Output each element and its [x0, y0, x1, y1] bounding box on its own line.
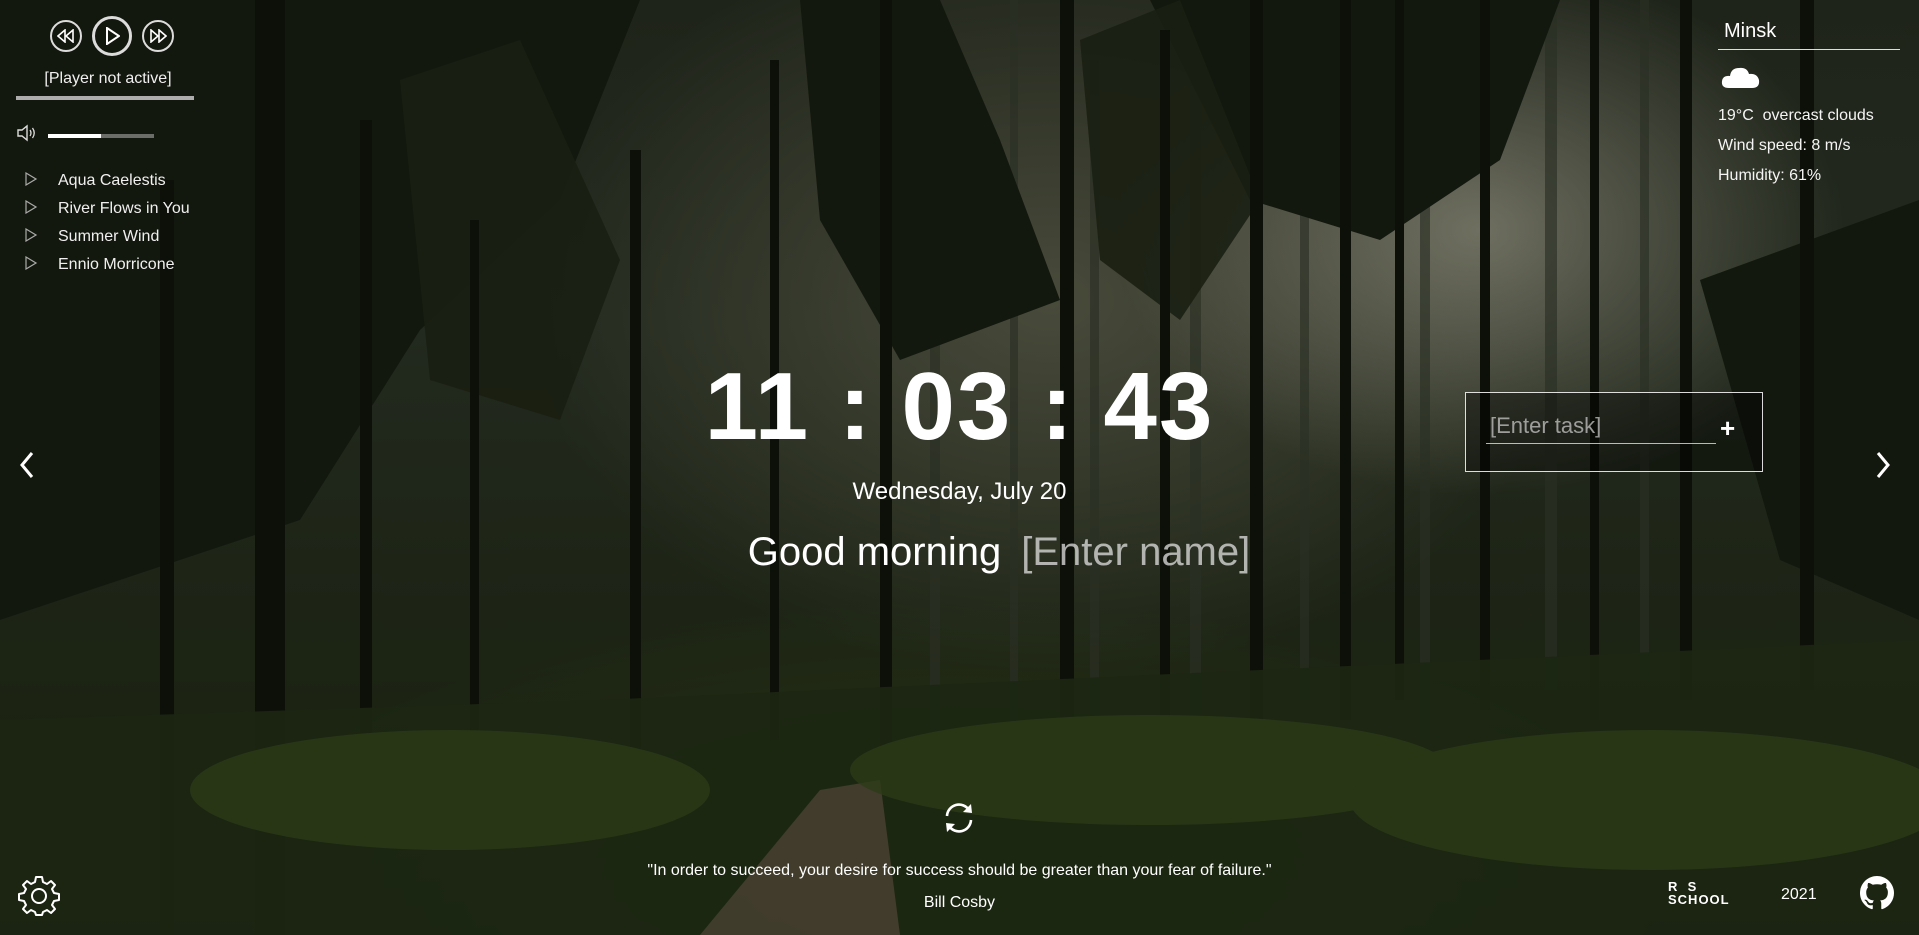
volume-control [16, 124, 196, 147]
temperature: 19°C [1718, 107, 1754, 124]
play-item-icon [16, 199, 58, 219]
playlist-item-title: Ennio Morricone [58, 256, 175, 273]
playlist: Aqua Caelestis River Flows in You Summer W… [16, 167, 196, 279]
play-item-icon [16, 255, 58, 275]
humidity: Humidity: 61% [1718, 167, 1822, 184]
wind-speed: Wind speed: 8 m/s [1718, 137, 1851, 154]
player-progress-bar[interactable] [16, 96, 194, 100]
volume-slider[interactable] [48, 133, 154, 138]
todo-widget: + [1465, 392, 1763, 472]
weather-summary: 19°C overcast clouds [1718, 107, 1893, 129]
playlist-item[interactable]: Ennio Morricone [16, 251, 196, 279]
add-task-button[interactable]: + [1720, 415, 1735, 441]
copyright-year: 2021 [1781, 886, 1817, 903]
play-prev-button[interactable] [50, 20, 82, 52]
refresh-icon [945, 803, 973, 833]
quote-author: Bill Cosby [923, 894, 996, 911]
play-prev-icon [57, 29, 74, 43]
playlist-item[interactable]: Summer Wind [16, 223, 196, 251]
play-button[interactable] [92, 16, 132, 56]
task-input[interactable] [1486, 413, 1716, 444]
weather-description: overcast clouds [1762, 107, 1874, 124]
settings-button[interactable] [18, 874, 60, 916]
quote-text: "In order to succeed, your desire for su… [647, 862, 1272, 879]
play-icon [106, 27, 120, 45]
play-next-icon [150, 29, 167, 43]
player-controls [22, 16, 202, 56]
playlist-item-title: Aqua Caelestis [58, 172, 166, 189]
gear-icon [18, 876, 60, 916]
greeting-text: Good morning [747, 530, 1002, 574]
clock-date: Wednesday, July 20 [852, 478, 1067, 505]
rs-school-logo[interactable]: R S SCHOOL [1668, 880, 1740, 910]
audio-player: [Player not active] Aqua Caelestis River … [16, 16, 196, 279]
play-next-button[interactable] [142, 20, 174, 52]
change-quote-button[interactable] [940, 799, 978, 837]
playlist-item[interactable]: River Flows in You [16, 195, 196, 223]
playlist-item[interactable]: Aqua Caelestis [16, 167, 196, 195]
rs-school-logo-line2: SCHOOL [1668, 892, 1730, 907]
volume-slider-fill [48, 133, 101, 138]
city-input[interactable] [1718, 18, 1900, 50]
player-status: [Player not active] [44, 70, 172, 87]
github-icon [1860, 876, 1894, 910]
playlist-item-title: River Flows in You [58, 200, 190, 217]
playlist-item-title: Summer Wind [58, 228, 160, 245]
cloud-icon [1720, 64, 1893, 95]
github-link[interactable] [1860, 876, 1894, 910]
weather-widget: 19°C overcast clouds Wind speed: 8 m/s H… [1718, 18, 1900, 189]
name-input[interactable] [1021, 530, 1282, 575]
greeting-container: Good morning [0, 530, 1919, 575]
volume-icon[interactable] [16, 124, 38, 147]
play-item-icon [16, 171, 58, 191]
play-item-icon [16, 227, 58, 247]
